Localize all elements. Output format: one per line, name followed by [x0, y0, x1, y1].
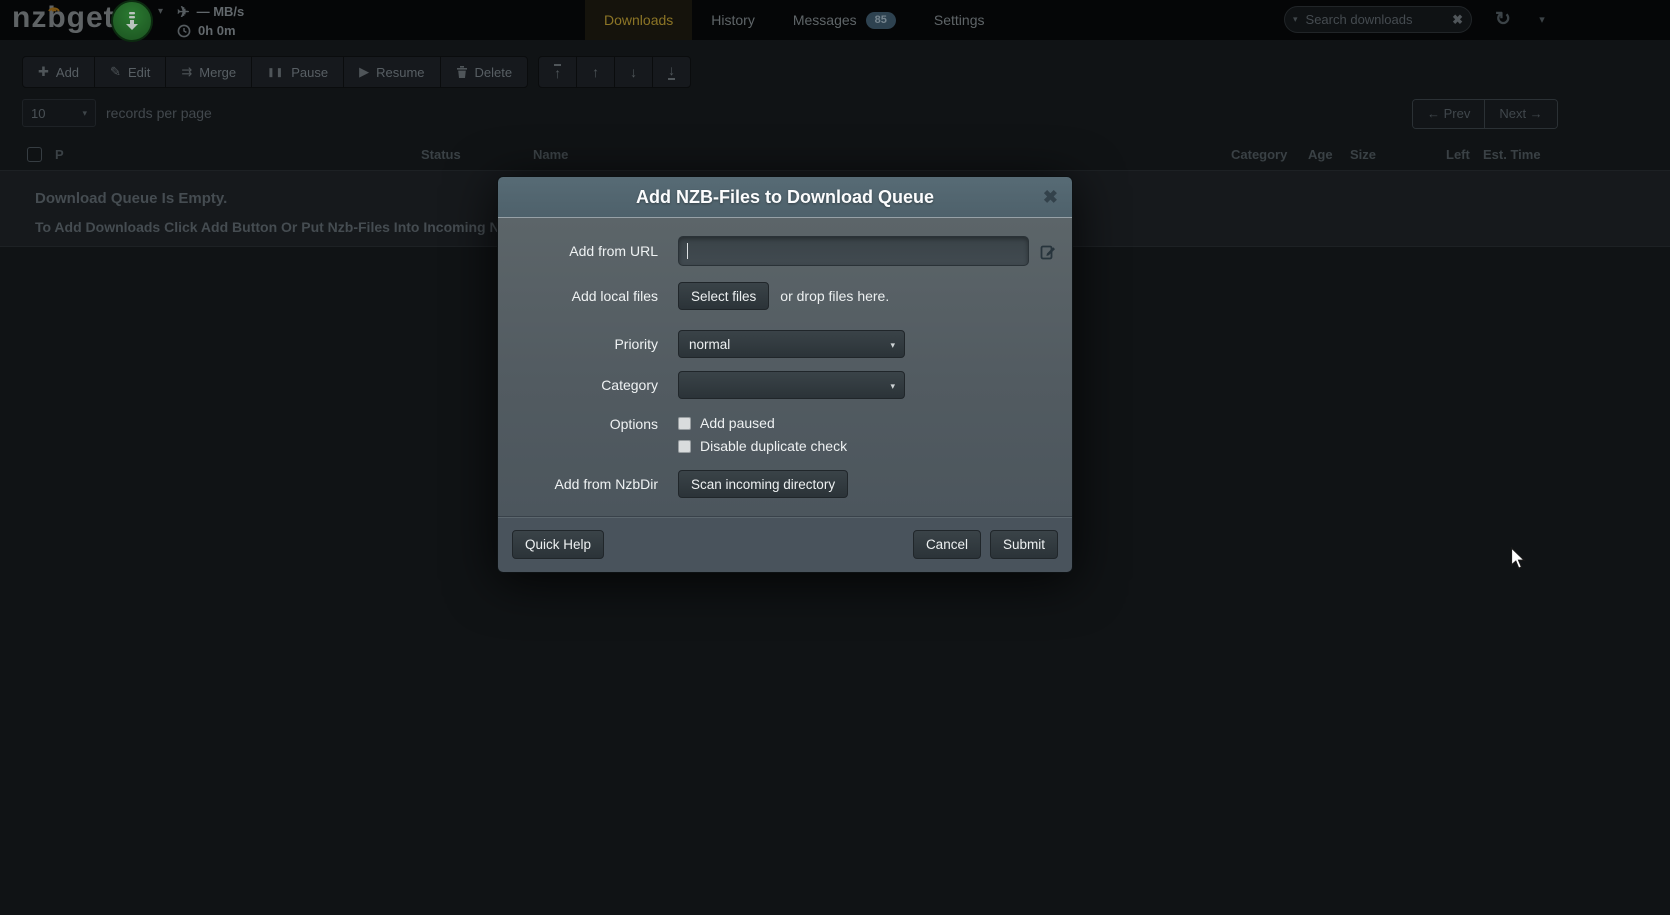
close-icon[interactable]: ✖: [1043, 177, 1058, 218]
add-paused-checkbox[interactable]: [678, 417, 691, 430]
category-row: Category ▾: [516, 371, 1054, 399]
dialog-header: Add NZB-Files to Download Queue ✖: [498, 177, 1072, 218]
drop-files-hint: or drop files here.: [780, 288, 889, 304]
cancel-button[interactable]: Cancel: [913, 530, 981, 559]
add-paused-label: Add paused: [700, 415, 775, 431]
dialog-footer: Quick Help Cancel Submit: [498, 516, 1072, 572]
priority-row: Priority normal ▾: [516, 330, 1054, 358]
scan-incoming-directory-button[interactable]: Scan incoming directory: [678, 470, 848, 498]
add-nzb-dialog: Add NZB-Files to Download Queue ✖ Add fr…: [497, 176, 1073, 573]
url-input[interactable]: [688, 243, 1020, 260]
nzbdir-label: Add from NzbDir: [516, 476, 658, 492]
local-files-label: Add local files: [516, 288, 658, 304]
priority-value: normal: [689, 337, 730, 352]
category-select[interactable]: ▾: [678, 371, 905, 399]
dialog-title: Add NZB-Files to Download Queue: [498, 177, 1072, 218]
options-row: Options Add paused Disable duplicate che…: [516, 415, 1054, 454]
submit-button[interactable]: Submit: [990, 530, 1058, 559]
category-label: Category: [516, 377, 658, 393]
url-label: Add from URL: [516, 243, 658, 259]
url-input-wrap: [678, 236, 1029, 266]
paste-url-icon[interactable]: [1040, 243, 1057, 260]
disable-duplicate-check-checkbox[interactable]: [678, 440, 691, 453]
add-from-url-row: Add from URL: [516, 236, 1054, 266]
dialog-body: Add from URL Add local files Select file…: [498, 218, 1072, 516]
select-files-button[interactable]: Select files: [678, 282, 769, 310]
chevron-down-icon: ▾: [890, 340, 895, 351]
nzbget-app: nzbget ▾ ✈ — MB/s 0h 0: [0, 0, 1670, 915]
options-label: Options: [516, 416, 658, 432]
priority-select[interactable]: normal ▾: [678, 330, 905, 358]
quick-help-button[interactable]: Quick Help: [512, 530, 604, 559]
add-local-files-row: Add local files Select files or drop fil…: [516, 282, 1054, 310]
disable-duplicate-check-label: Disable duplicate check: [700, 438, 847, 454]
nzbdir-row: Add from NzbDir Scan incoming directory: [516, 470, 1054, 498]
priority-label: Priority: [516, 336, 658, 352]
chevron-down-icon: ▾: [890, 381, 895, 392]
